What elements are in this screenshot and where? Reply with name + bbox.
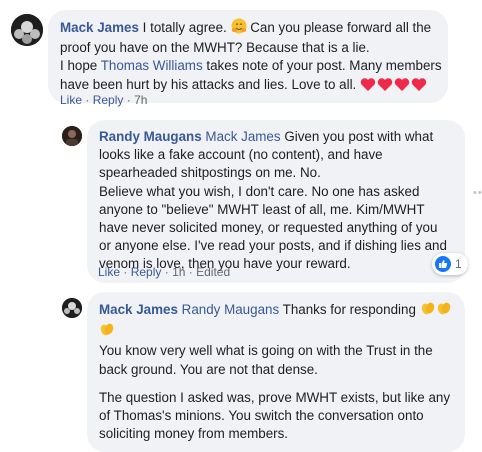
comment-text: have been hurt by his attacks and lies. … — [60, 76, 357, 92]
avatar[interactable] — [62, 126, 82, 146]
reaction-count: 1 — [455, 256, 462, 271]
comment-text: have never solicited money, or requested… — [99, 220, 438, 236]
comment-bubble: Mack James Randy Maugans Thanks for resp… — [87, 292, 465, 452]
more-options-icon[interactable]: •• — [473, 184, 482, 202]
separator: · — [126, 93, 131, 107]
reply-button[interactable]: Reply — [93, 93, 124, 107]
heart-icon — [377, 77, 393, 91]
avatar[interactable] — [11, 14, 43, 46]
like-button[interactable]: Like — [98, 265, 120, 279]
comment-author[interactable]: Mack James — [60, 20, 139, 35]
comment-text: soliciting money from members. — [99, 426, 289, 442]
heart-emoji-row — [360, 77, 428, 92]
comment-actions: Like · Reply · 7h — [60, 92, 147, 108]
comment-text: Thanks for responding — [282, 302, 416, 317]
comment-text: of Thomas's minions. You switch the conv… — [99, 408, 424, 424]
comment-text: back ground. You are not that dense. — [99, 361, 318, 377]
comment-text: takes note of your post. Many members — [206, 58, 442, 74]
hugging-face-emoji — [231, 18, 247, 39]
clapping-hands-emoji — [420, 300, 436, 321]
comment-actions: Like · Reply · 1h · Edited — [98, 264, 230, 280]
heart-icon — [411, 77, 427, 91]
comment-text: I hope — [60, 58, 98, 74]
mention-link[interactable]: Thomas Williams — [101, 58, 203, 73]
timestamp[interactable]: 1h — [172, 265, 185, 279]
comment-text: I totally agree. — [142, 20, 227, 35]
clapping-hands-emoji — [99, 321, 115, 342]
comment-text: You know very well what is going on with… — [99, 343, 433, 359]
separator: · — [188, 265, 193, 279]
comment-text: Can you please forward all the — [250, 20, 432, 35]
comment-bubble: Randy Maugans Mack James Given you post … — [87, 120, 465, 283]
like-reaction-icon — [435, 256, 451, 272]
edited-label[interactable]: Edited — [196, 265, 230, 279]
timestamp[interactable]: 7h — [134, 93, 147, 107]
separator: · — [123, 265, 128, 279]
comment-author[interactable]: Randy Maugans — [99, 129, 202, 144]
comment-text: Given you post with what — [284, 129, 434, 144]
mention-link[interactable]: Randy Maugans — [182, 302, 280, 317]
avatar[interactable] — [62, 298, 82, 318]
comment-author[interactable]: Mack James — [99, 302, 178, 317]
like-button[interactable]: Like — [60, 93, 82, 107]
mention-link[interactable]: Mack James — [205, 129, 280, 144]
heart-icon — [360, 77, 376, 91]
comment-text: or anyone else. I've read your posts, an… — [99, 238, 447, 254]
comment-text: proof you have on the MWHT? Because that… — [60, 40, 370, 56]
comment-text: Believe what you wish, I don't care. No … — [99, 183, 420, 199]
comment-text: looks like a fake account (no content), … — [99, 147, 383, 163]
separator: · — [164, 265, 169, 279]
reaction-summary[interactable]: 1 — [432, 253, 468, 275]
separator: · — [85, 93, 90, 107]
comment-bubble: Mack James I totally agree. Can you plea… — [48, 10, 448, 103]
comment-text: spearheaded shitpostings on me. No. — [99, 165, 321, 181]
reply-button[interactable]: Reply — [131, 265, 162, 279]
comment-text: The question I asked was, prove MWHT exi… — [99, 389, 451, 405]
heart-icon — [394, 77, 410, 91]
clapping-hands-emoji — [436, 300, 452, 321]
comment-text: anyone to "believe" MWHT least of all, m… — [99, 201, 425, 217]
